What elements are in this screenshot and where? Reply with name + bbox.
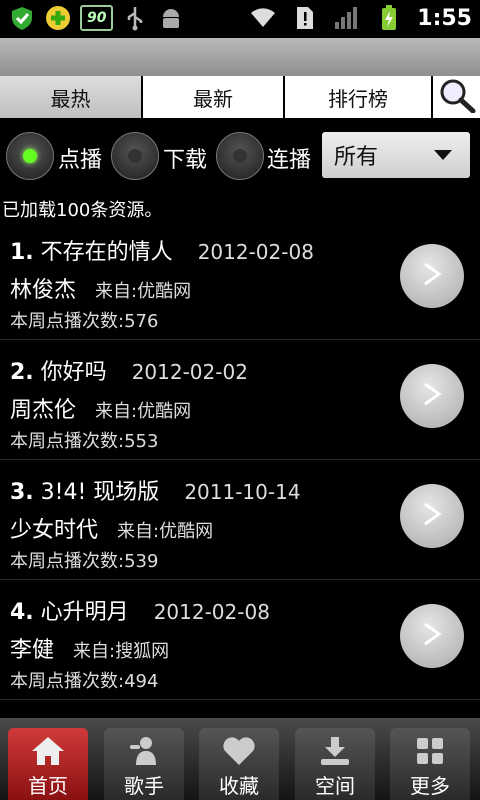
nav-more[interactable]: 更多 — [390, 728, 470, 800]
heart-icon — [221, 734, 257, 768]
android-debug-icon — [157, 4, 185, 32]
chevron-right-icon — [421, 261, 443, 291]
battery-level-badge: 90 — [80, 5, 114, 31]
grid-icon — [412, 734, 448, 768]
nav-home-label: 首页 — [28, 774, 68, 798]
item-title-line: 1. 不存在的情人 2012-02-08 — [10, 234, 314, 266]
nav-more-label: 更多 — [410, 774, 450, 798]
plus-notification-icon — [44, 4, 72, 32]
item-date: 2012-02-08 — [153, 600, 270, 624]
item-artist-line: 林俊杰 来自:优酷网 — [10, 272, 191, 304]
item-plays: 本周点播次数:553 — [10, 431, 159, 452]
item-source: 来自:优酷网 — [117, 521, 214, 542]
item-source: 来自:搜狐网 — [73, 641, 170, 662]
nav-favorites-label: 收藏 — [219, 774, 259, 798]
status-bar: 90 1:55 — [0, 0, 480, 38]
radio-continuous[interactable] — [216, 132, 264, 180]
radio-dot — [23, 149, 37, 163]
radio-on-demand[interactable] — [6, 132, 54, 180]
radio-continuous-label: 连播 — [267, 148, 312, 173]
radio-dot — [233, 149, 247, 163]
list-item[interactable]: 4. 心升明月 2012-02-08 李健 来自:搜狐网 本周点播次数:494 — [0, 580, 480, 700]
item-plays: 本周点播次数:494 — [10, 671, 159, 692]
item-title: 3!4! 现场版 — [40, 480, 160, 505]
category-dropdown[interactable]: 所有 — [322, 132, 470, 178]
title-bar — [0, 38, 480, 78]
nav-space[interactable]: 空间 — [295, 728, 375, 800]
open-item-button[interactable] — [400, 604, 464, 668]
item-plays: 本周点播次数:576 — [10, 311, 159, 332]
item-artist-line: 周杰伦 来自:优酷网 — [10, 392, 191, 424]
nav-singers-label: 歌手 — [124, 774, 164, 798]
item-title: 不存在的情人 — [40, 240, 173, 265]
item-artist: 李健 — [10, 638, 55, 663]
sim-alert-icon — [291, 4, 319, 32]
bottom-nav: 首页 歌手 收藏 空间 更多 — [0, 718, 480, 800]
item-plays: 本周点播次数:539 — [10, 551, 159, 572]
nav-home[interactable]: 首页 — [8, 728, 88, 800]
radio-dot — [128, 149, 142, 163]
item-number: 1. — [10, 240, 34, 265]
radio-on-demand-label: 点播 — [58, 148, 103, 173]
tab-ranking[interactable]: 排行榜 — [285, 76, 433, 118]
clock: 1:55 — [417, 5, 472, 31]
filter-row: 点播 下载 连播 所有 — [0, 128, 480, 184]
item-date: 2012-02-02 — [131, 360, 248, 384]
item-title: 你好吗 — [40, 360, 107, 385]
nav-favorites[interactable]: 收藏 — [199, 728, 279, 800]
nav-singers[interactable]: 歌手 — [104, 728, 184, 800]
search-button[interactable] — [433, 76, 480, 118]
item-date: 2012-02-08 — [197, 240, 314, 264]
chevron-right-icon — [421, 501, 443, 531]
item-title-line: 2. 你好吗 2012-02-02 — [10, 354, 248, 386]
chevron-down-icon — [434, 150, 452, 160]
list-item[interactable]: 2. 你好吗 2012-02-02 周杰伦 来自:优酷网 本周点播次数:553 — [0, 340, 480, 460]
item-number: 4. — [10, 600, 34, 625]
signal-icon — [333, 4, 361, 32]
battery-charging-icon — [375, 4, 403, 32]
item-title-line: 3. 3!4! 现场版 2011-10-14 — [10, 474, 301, 506]
item-title-line: 4. 心升明月 2012-02-08 — [10, 594, 270, 626]
shield-notification-icon — [8, 4, 36, 32]
item-date: 2011-10-14 — [184, 480, 301, 504]
item-artist-line: 少女时代 来自:优酷网 — [10, 512, 213, 544]
download-icon — [317, 734, 353, 768]
usb-icon — [121, 4, 149, 32]
radio-download-label: 下载 — [163, 148, 208, 173]
open-item-button[interactable] — [400, 484, 464, 548]
radio-download[interactable] — [111, 132, 159, 180]
resource-list: 1. 不存在的情人 2012-02-08 林俊杰 来自:优酷网 本周点播次数:5… — [0, 220, 480, 700]
dropdown-value: 所有 — [334, 145, 379, 170]
item-source: 来自:优酷网 — [95, 281, 192, 302]
open-item-button[interactable] — [400, 244, 464, 308]
item-title: 心升明月 — [40, 600, 129, 625]
home-icon — [30, 734, 66, 768]
tab-newest[interactable]: 最新 — [143, 76, 285, 118]
item-source: 来自:优酷网 — [95, 401, 192, 422]
open-item-button[interactable] — [400, 364, 464, 428]
chevron-right-icon — [421, 381, 443, 411]
nav-space-label: 空间 — [315, 774, 355, 798]
item-artist: 少女时代 — [10, 518, 99, 543]
list-item[interactable]: 1. 不存在的情人 2012-02-08 林俊杰 来自:优酷网 本周点播次数:5… — [0, 220, 480, 340]
tab-bar: 最热 最新 排行榜 — [0, 76, 480, 118]
item-number: 2. — [10, 360, 34, 385]
item-artist: 林俊杰 — [10, 278, 77, 303]
tab-hottest[interactable]: 最热 — [0, 76, 143, 118]
list-item[interactable]: 3. 3!4! 现场版 2011-10-14 少女时代 来自:优酷网 本周点播次… — [0, 460, 480, 580]
chevron-right-icon — [421, 621, 443, 651]
search-icon — [437, 77, 477, 117]
item-artist-line: 李健 来自:搜狐网 — [10, 632, 169, 664]
wifi-icon — [249, 4, 277, 32]
item-artist: 周杰伦 — [10, 398, 77, 423]
loaded-status: 已加载100条资源。 — [2, 200, 163, 221]
singer-icon — [126, 734, 162, 768]
item-number: 3. — [10, 480, 34, 505]
